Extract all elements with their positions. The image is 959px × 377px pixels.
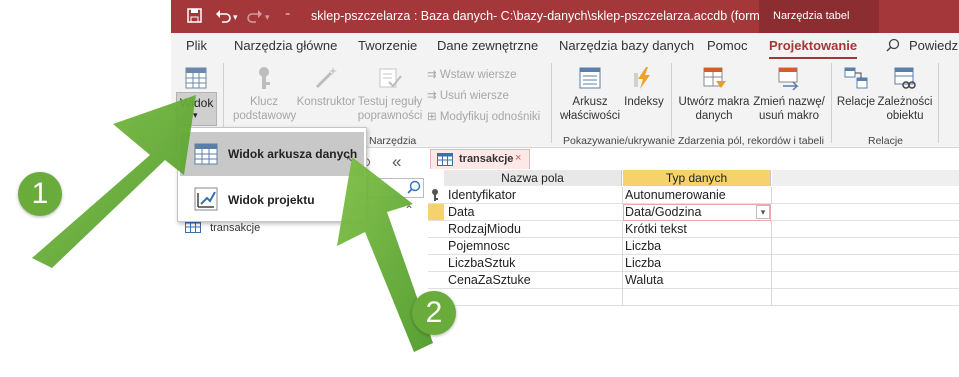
step-badge-1: 1 <box>18 172 62 216</box>
annotation-arrows <box>32 95 433 352</box>
step-badge-2: 2 <box>412 291 456 335</box>
